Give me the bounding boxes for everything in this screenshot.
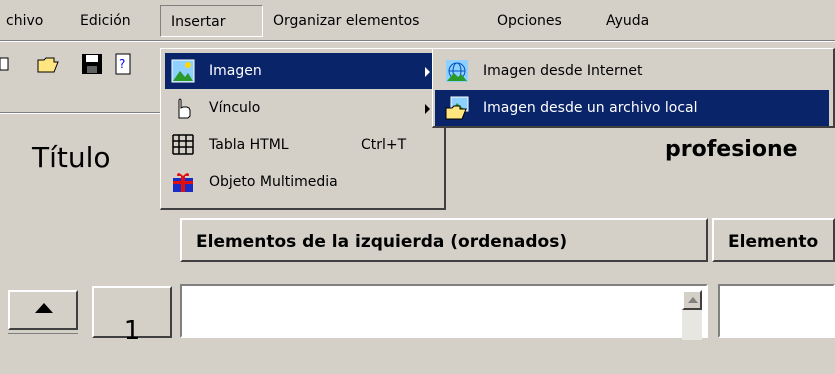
imagen-submenu: Imagen desde Internet Imagen desde un ar…: [432, 48, 835, 128]
list-scroll-up-button[interactable]: [682, 290, 702, 310]
menu-archivo[interactable]: chivo: [6, 8, 43, 34]
menu-opciones[interactable]: Opciones: [497, 8, 562, 34]
right-elements-list[interactable]: [718, 284, 835, 338]
menu-item-imagen-archivo-local[interactable]: Imagen desde un archivo local: [435, 90, 829, 126]
menu-insertar[interactable]: Insertar: [160, 5, 263, 37]
gift-box-icon: [171, 170, 195, 194]
title-value-text: profesione: [665, 137, 798, 162]
up-button-shadow: [8, 333, 78, 334]
internet-image-icon: [445, 59, 469, 83]
submenu-arrow-icon: [425, 104, 430, 114]
left-column-header[interactable]: Elementos de la izquierda (ordenados): [180, 218, 708, 262]
image-icon: [171, 59, 195, 83]
tabla-shortcut: Ctrl+T: [361, 137, 407, 153]
menu-ayuda[interactable]: Ayuda: [606, 8, 649, 34]
menubar-divider-highlight: [0, 41, 835, 42]
folder-image-icon: [445, 96, 469, 120]
menu-item-imagen-internet[interactable]: Imagen desde Internet: [435, 53, 829, 89]
save-disk-icon[interactable]: [80, 52, 104, 76]
list-scrollbar-track[interactable]: [682, 310, 702, 340]
move-up-button[interactable]: [8, 290, 78, 330]
submenu-arrow-icon: [425, 67, 430, 77]
menu-item-imagen[interactable]: Imagen: [165, 53, 441, 89]
menu-item-tabla-html[interactable]: Tabla HTML Ctrl+T: [165, 127, 441, 163]
preview-icon[interactable]: ?: [115, 52, 133, 76]
menu-item-vinculo[interactable]: Vínculo: [165, 90, 441, 126]
open-folder-icon[interactable]: [36, 52, 60, 76]
menu-item-objeto-multimedia[interactable]: Objeto Multimedia: [165, 164, 441, 200]
left-elements-list[interactable]: [180, 284, 708, 340]
right-column-header[interactable]: Elemento: [712, 218, 835, 262]
menu-organizar-elementos[interactable]: Organizar elementos: [273, 8, 419, 34]
menu-edicion[interactable]: Edición: [80, 8, 131, 34]
svg-text:?: ?: [119, 57, 125, 71]
row-number: 1: [92, 286, 172, 346]
insertar-menu: Imagen Vínculo Tabla HTML Ctrl+T Objeto …: [160, 48, 446, 210]
menu-bar: chivo Edición Insertar Organizar element…: [0, 0, 835, 40]
title-label: Título: [32, 141, 111, 174]
table-grid-icon: [171, 133, 195, 157]
hand-link-icon: [171, 96, 195, 120]
toolbar-partial-icon[interactable]: [0, 52, 12, 76]
